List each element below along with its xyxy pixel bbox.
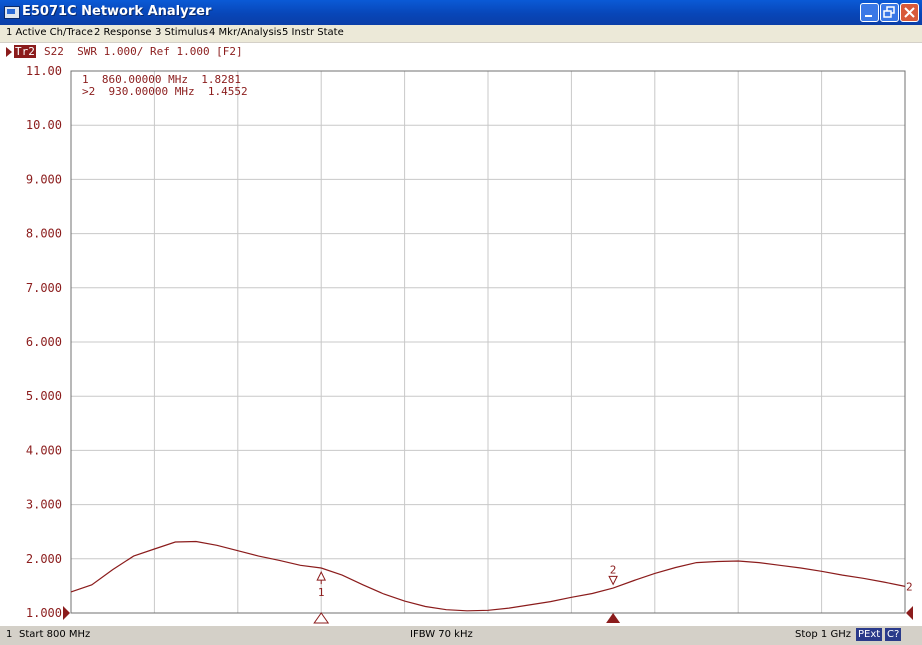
menu-stimulus[interactable]: 3 Stimulus: [155, 27, 208, 38]
marker-2-label: 2: [610, 563, 617, 576]
port-extension-badge: PExt: [856, 628, 883, 641]
y-tick-label: 4.000: [26, 443, 62, 457]
y-tick-label: 5.000: [26, 389, 62, 403]
channel-number: 1: [6, 629, 13, 640]
start-frequency[interactable]: Start 800 MHz: [19, 629, 90, 640]
y-tick-label: 2.000: [26, 552, 62, 566]
trace-header: Tr2 S22 SWR 1.000/ Ref 1.000 [F2]: [0, 43, 922, 61]
trace-info: S22 SWR 1.000/ Ref 1.000 [F2]: [44, 45, 243, 58]
y-tick-label: 11.00: [26, 64, 62, 78]
reference-left-arrow-icon: [63, 606, 70, 620]
menu-instr-state[interactable]: 5 Instr State: [282, 27, 344, 38]
y-tick-label: 1.000: [26, 606, 62, 620]
calibration-badge: C?: [885, 628, 902, 641]
close-button[interactable]: [900, 3, 919, 22]
menu-response[interactable]: 2 Response: [94, 27, 152, 38]
swr-chart[interactable]: 1.000 2.000 3.000 4.000 5.000 6.000 7.000 8.000…: [0, 61, 922, 626]
y-tick-label: 9.000: [26, 172, 62, 186]
stop-frequency[interactable]: Stop 1 GHz: [795, 629, 851, 640]
marker-2-icon[interactable]: [608, 575, 618, 586]
marker-readout-line: >2 930.00000 MHz 1.4552: [82, 85, 248, 98]
marker-1-label: 1: [318, 586, 325, 599]
plot-area[interactable]: 1.000 2.000 3.000 4.000 5.000 6.000 7.000 8.000…: [0, 61, 922, 626]
minimize-button[interactable]: [860, 3, 879, 22]
menu-bar: 1 Active Ch/Trace 2 Response 3 Stimulus …: [0, 25, 922, 42]
title-bar: E5071C Network Analyzer: [0, 0, 922, 25]
restore-icon: [883, 6, 895, 18]
trace-end-label: 2: [906, 580, 913, 593]
y-tick-label: 10.00: [26, 118, 62, 132]
minimize-icon: [865, 15, 872, 17]
y-tick-label: 8.000: [26, 227, 62, 241]
app-icon: [4, 6, 20, 19]
close-icon: [904, 7, 915, 18]
y-tick-label: 3.000: [26, 498, 62, 512]
menu-mkr-analysis[interactable]: 4 Mkr/Analysis: [209, 27, 282, 38]
ifbw-setting[interactable]: IFBW 70 kHz: [410, 629, 473, 640]
restore-button[interactable]: [880, 3, 899, 22]
marker-2-axis-icon[interactable]: [606, 613, 621, 623]
reference-right-arrow-icon: [906, 606, 913, 620]
marker-1-axis-icon[interactable]: [313, 612, 330, 624]
trace-badge[interactable]: Tr2: [14, 45, 36, 58]
window-title: E5071C Network Analyzer: [22, 4, 212, 19]
y-tick-label: 7.000: [26, 281, 62, 295]
menu-active-ch-trace[interactable]: 1 Active Ch/Trace: [6, 27, 93, 38]
marker-1-icon[interactable]: [316, 570, 327, 581]
status-bar: 1 Start 800 MHz IFBW 70 kHz Stop 1 GHz P…: [0, 626, 922, 645]
active-trace-arrow-icon: [6, 47, 12, 57]
y-tick-label: 6.000: [26, 335, 62, 349]
